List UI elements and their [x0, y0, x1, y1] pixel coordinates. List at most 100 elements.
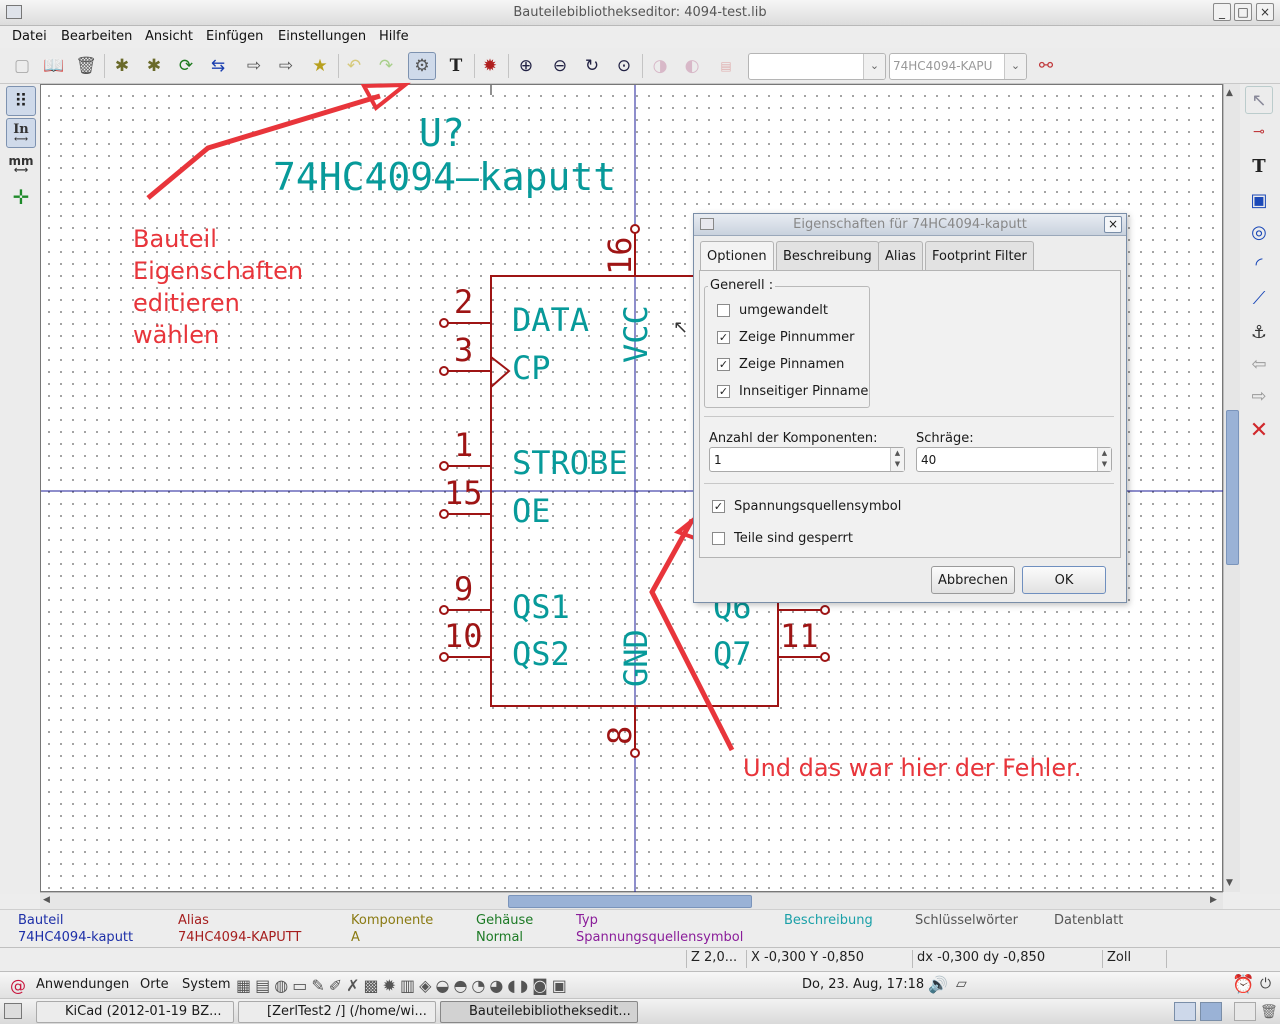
- delete-library-icon[interactable]: 🗑: [72, 52, 100, 80]
- import-drawing-icon[interactable]: ⇦: [1245, 350, 1273, 378]
- text-icon[interactable]: T: [442, 52, 470, 80]
- skew-spinner[interactable]: 40 ▲ ▼: [916, 447, 1112, 472]
- select-part-icon[interactable]: ⇆: [204, 52, 232, 80]
- save-part-icon[interactable]: ⟳: [172, 52, 200, 80]
- pdf-datasheet-icon[interactable]: ▤: [712, 52, 740, 80]
- add-pin-icon[interactable]: ⊸: [1245, 118, 1273, 146]
- erc-bug-icon[interactable]: ✹: [476, 52, 504, 80]
- pin-number: 16: [601, 236, 639, 275]
- tab-optionen[interactable]: Optionen: [700, 241, 774, 271]
- zoom-in-icon[interactable]: ⊕: [512, 52, 540, 80]
- workspace-3[interactable]: [1234, 1002, 1256, 1021]
- zoom-fit-icon[interactable]: ⊙: [610, 52, 638, 80]
- tab-alias[interactable]: Alias: [878, 241, 923, 270]
- horizontal-scrollbar[interactable]: ◀ ▶: [40, 892, 1223, 909]
- delete-icon[interactable]: ✕: [1245, 416, 1273, 444]
- workspace-2[interactable]: [1200, 1002, 1222, 1021]
- alias-select[interactable]: 74HC4094-KAPU ⌄: [889, 53, 1027, 80]
- open-library-icon[interactable]: 📖: [40, 52, 68, 80]
- menu-system[interactable]: System: [182, 977, 230, 992]
- annotation-text: Bauteil Eigenschaften editieren wählen: [133, 225, 304, 349]
- dialog-title: Eigenschaften für 74HC4094-kaputt: [793, 217, 1027, 232]
- close-window-button[interactable]: ×: [1256, 3, 1274, 21]
- add-text-icon[interactable]: T: [1245, 152, 1273, 180]
- redo-icon[interactable]: ↷: [372, 52, 400, 80]
- add-arc-icon[interactable]: ◜: [1245, 250, 1273, 278]
- msg-value: Spannungsquellensymbol: [576, 930, 744, 945]
- menu-hilfe[interactable]: Hilfe: [379, 29, 409, 44]
- msg-label: Gehäuse: [476, 913, 534, 928]
- dialog-close-button[interactable]: ×: [1104, 216, 1122, 233]
- save-library-icon[interactable]: ★: [306, 52, 334, 80]
- new-library-icon[interactable]: ▢: [8, 52, 36, 80]
- annotation-text: Und das war hier der Fehler.: [743, 754, 1082, 782]
- deMorgan-convert-icon[interactable]: ◐: [678, 52, 706, 80]
- show-desktop-icon[interactable]: [4, 1003, 22, 1019]
- import-part-icon[interactable]: ✱: [140, 52, 168, 80]
- zoom-out-icon[interactable]: ⊖: [546, 52, 574, 80]
- maximize-button[interactable]: □: [1234, 3, 1252, 21]
- grid-toggle-icon[interactable]: ⠿: [6, 86, 36, 116]
- cancel-button[interactable]: Abbrechen: [931, 566, 1015, 594]
- units-inch-button[interactable]: In ⟷: [6, 118, 36, 148]
- menu-ansicht[interactable]: Ansicht: [145, 29, 193, 44]
- power-icon[interactable]: ⏻: [1260, 976, 1271, 992]
- task-kicad[interactable]: KiCad (2012-01-19 BZ...: [36, 1001, 234, 1023]
- units-mm-button[interactable]: mm ⟷: [6, 150, 36, 180]
- hscroll-thumb[interactable]: [508, 895, 752, 908]
- cursor-shape-icon[interactable]: ✛: [6, 182, 36, 212]
- trash-icon[interactable]: 🗑: [1260, 1004, 1278, 1020]
- volume-icon[interactable]: 🔊: [928, 975, 948, 994]
- menu-datei[interactable]: Datei: [12, 29, 47, 44]
- tab-footprint-filter[interactable]: Footprint Filter: [925, 241, 1034, 270]
- value-field[interactable]: 74HC4094–kaputt: [273, 155, 616, 199]
- vertical-scrollbar[interactable]: ▲ ▼: [1223, 84, 1240, 892]
- menu-applications[interactable]: Anwendungen: [36, 977, 129, 992]
- export-drawing-icon[interactable]: ⇨: [1245, 382, 1273, 410]
- select-arrow-icon[interactable]: ↖: [1245, 86, 1273, 114]
- undo-icon[interactable]: ↶: [340, 52, 368, 80]
- anchor-icon[interactable]: ⚓: [1245, 318, 1273, 346]
- option-parts-locked[interactable]: Teile sind gesperrt: [712, 531, 853, 546]
- alarm-clock-icon[interactable]: ⏰: [1232, 974, 1254, 995]
- option-show-pin-number[interactable]: ✓ Zeige Pinnummer: [717, 330, 854, 345]
- minimize-button[interactable]: _: [1213, 3, 1231, 21]
- deMorgan-normal-icon[interactable]: ◑: [646, 52, 674, 80]
- title-bar: Bauteilebibliothekseditor: 4094-test.lib…: [0, 0, 1280, 26]
- pin-name: VCC: [617, 305, 655, 363]
- menu-bearbeiten[interactable]: Bearbeiten: [61, 29, 132, 44]
- part-number-select[interactable]: ⌄: [748, 53, 886, 80]
- option-power-symbol[interactable]: ✓ Spannungsquellensymbol: [712, 499, 901, 514]
- redraw-icon[interactable]: ↻: [578, 52, 606, 80]
- create-part-icon[interactable]: ⇨: [272, 52, 300, 80]
- option-show-pin-name[interactable]: ✓ Zeige Pinnamen: [717, 357, 844, 372]
- tab-beschreibung[interactable]: Beschreibung: [776, 241, 879, 270]
- task-library-editor[interactable]: Bauteilebibliotheksedit...: [440, 1001, 638, 1023]
- msg-value: A: [351, 930, 360, 945]
- add-rectangle-icon[interactable]: ▣: [1245, 186, 1273, 214]
- menu-places[interactable]: Orte: [140, 977, 169, 992]
- ok-button[interactable]: OK: [1022, 566, 1106, 594]
- left-toolbar: ⠿ In ⟷ mm ⟷ ✛: [0, 84, 40, 894]
- task-zerltest2[interactable]: [ZerlTest2 /] (/home/wi...: [238, 1001, 436, 1023]
- msg-value: Normal: [476, 930, 524, 945]
- clock[interactable]: Do, 23. Aug, 17:18: [802, 977, 924, 992]
- dialog-title-bar: Eigenschaften für 74HC4094-kaputt ×: [694, 214, 1126, 236]
- part-properties-icon[interactable]: ⚙: [408, 52, 436, 80]
- workspace-1[interactable]: [1174, 1002, 1196, 1021]
- add-circle-icon[interactable]: ◎: [1245, 218, 1273, 246]
- reference-field[interactable]: U?: [419, 111, 465, 155]
- export-part-icon[interactable]: ⇨: [240, 52, 268, 80]
- option-umgewandelt[interactable]: umgewandelt: [717, 303, 828, 318]
- launcher-icons[interactable]: ▦▤◍▭✎✐✗▩✹▥◈◒◓◔◕◖◗◙▣: [236, 976, 571, 995]
- network-icon[interactable]: ▱: [956, 976, 967, 992]
- add-polyline-icon[interactable]: ⟋: [1245, 284, 1273, 312]
- vscroll-thumb[interactable]: [1226, 410, 1239, 565]
- menu-einfuegen[interactable]: Einfügen: [206, 29, 263, 44]
- option-pin-name-inside[interactable]: ✓ Innseitiger Pinname: [717, 384, 868, 399]
- menu-einstellungen[interactable]: Einstellungen: [278, 29, 366, 44]
- pin-editor-icon[interactable]: ⚯: [1032, 52, 1060, 80]
- components-spinner[interactable]: 1 ▲ ▼: [709, 447, 905, 472]
- pin-name: QS2: [512, 635, 570, 673]
- new-part-icon[interactable]: ✱: [108, 52, 136, 80]
